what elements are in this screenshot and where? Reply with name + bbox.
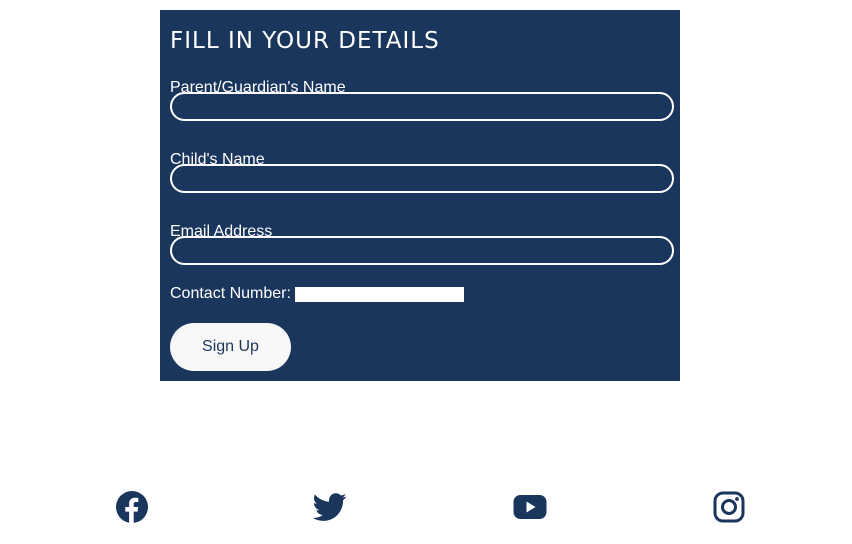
email-input[interactable]: [170, 236, 674, 265]
page: FILL IN YOUR DETAILS Parent/Guardian's N…: [0, 0, 852, 544]
contact-number-input[interactable]: [294, 286, 464, 302]
instagram-icon[interactable]: [712, 490, 746, 524]
youtube-icon[interactable]: [513, 490, 547, 524]
twitter-icon[interactable]: [313, 490, 347, 524]
contact-number-label: Contact Number:: [170, 285, 291, 302]
form-title: FILL IN YOUR DETAILS: [170, 28, 440, 54]
signup-form: FILL IN YOUR DETAILS Parent/Guardian's N…: [160, 10, 680, 381]
child-name-input[interactable]: [170, 164, 674, 193]
facebook-icon[interactable]: [115, 490, 149, 524]
contact-row: Contact Number:: [170, 286, 464, 302]
parent-name-input[interactable]: [170, 92, 674, 121]
sign-up-button[interactable]: Sign Up: [170, 323, 291, 371]
